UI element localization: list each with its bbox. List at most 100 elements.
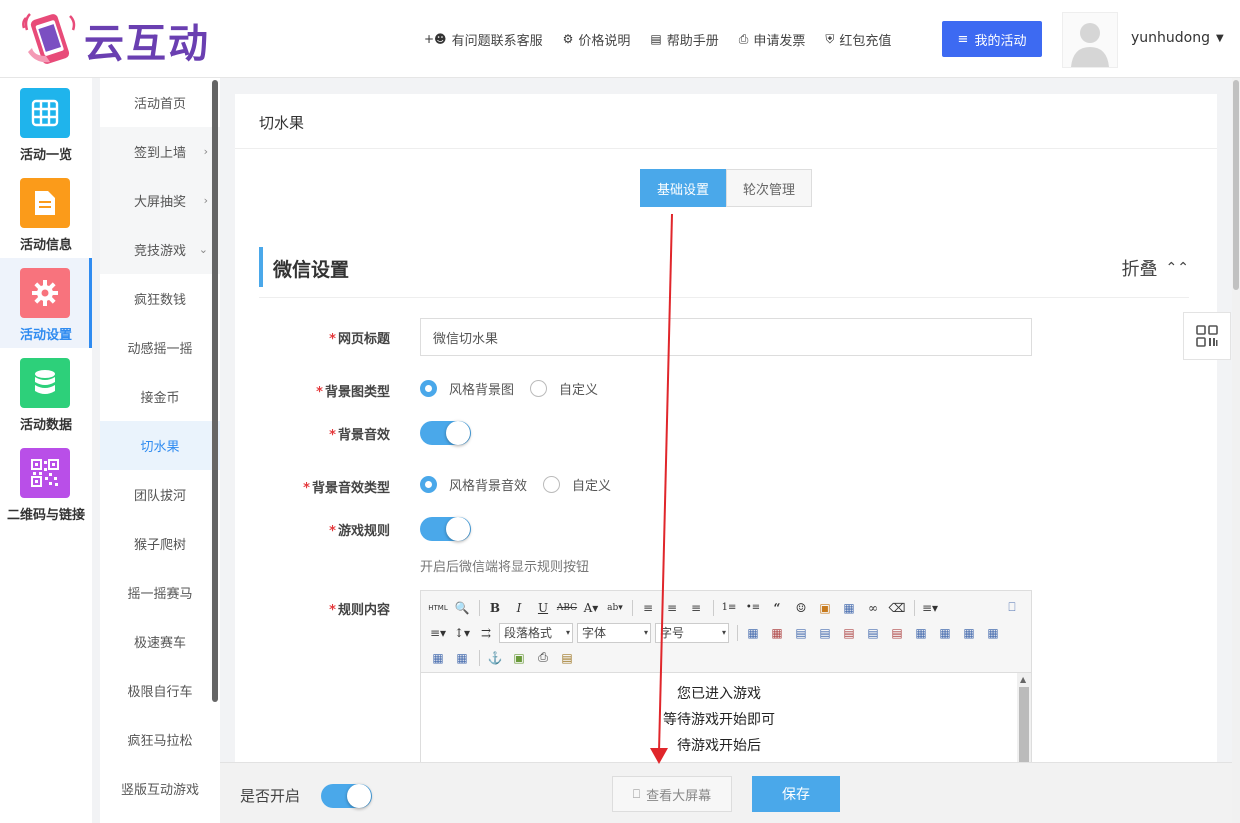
brand-logo[interactable]: 云互动 xyxy=(20,10,230,70)
avatar[interactable] xyxy=(1062,12,1118,68)
page-scrollbar[interactable] xyxy=(1232,78,1240,823)
submenu-item-horse-race[interactable]: 摇一摇赛马 xyxy=(100,568,220,617)
page-title-input[interactable]: 微信切水果 xyxy=(420,318,1032,356)
submenu-item-shake[interactable]: 动感摇一摇 xyxy=(100,323,220,372)
sidebar-item-qrcode-links[interactable]: 二维码与链接 xyxy=(0,438,92,528)
save-button[interactable]: 保存 xyxy=(752,776,840,812)
submenu-item-monkey-climb[interactable]: 猴子爬树 xyxy=(100,519,220,568)
submenu-item-speed-racing[interactable]: 极速赛车 xyxy=(100,617,220,666)
chevron-up-icon: ⌃⌃ xyxy=(1165,260,1189,276)
nav-help-manual[interactable]: ▤ 帮助手册 xyxy=(650,30,718,49)
my-activity-button[interactable]: ≡ 我的活动 xyxy=(942,21,1042,57)
submenu-item-extreme-bike[interactable]: 极限自行车 xyxy=(100,666,220,715)
align-left-icon[interactable]: ≡ xyxy=(637,598,659,618)
insert-image-icon[interactable]: ▣ xyxy=(508,648,530,668)
radio-style-bg[interactable]: 风格背景图 xyxy=(420,379,514,398)
underline-icon[interactable]: U xyxy=(532,598,554,618)
fullscreen-icon[interactable]: ⎕ xyxy=(1001,598,1023,618)
nav-label: 红包充值 xyxy=(839,33,892,49)
nav-red-packet-recharge[interactable]: ⛨ 红包充值 xyxy=(825,30,891,49)
eraser-icon[interactable]: ⌫ xyxy=(886,598,908,618)
radio-style-sound[interactable]: 风格背景音效 xyxy=(420,475,527,494)
insert-paragraph-icon[interactable]: ▤ xyxy=(790,623,812,643)
indent-icon[interactable]: ⇉ xyxy=(475,623,497,643)
submenu-item-tug-of-war[interactable]: 团队拔河 xyxy=(100,470,220,519)
table-icon[interactable]: ▦ xyxy=(742,623,764,643)
fold-toggle[interactable]: 折叠 ⌃⌃ xyxy=(1122,255,1189,281)
merge-down-icon[interactable]: ▦ xyxy=(958,623,980,643)
link-icon[interactable]: ∞ xyxy=(862,598,884,618)
video-icon[interactable]: ▦ xyxy=(838,598,860,618)
radio-custom-sound[interactable]: 自定义 xyxy=(543,475,611,494)
font-color-icon[interactable]: A▾ xyxy=(580,598,602,618)
user-menu[interactable]: yunhudong ▼ xyxy=(1131,30,1224,46)
align-center-icon[interactable]: ≡ xyxy=(661,598,683,618)
sidebar-item-activity-data[interactable]: 活动数据 xyxy=(0,348,92,438)
radio-custom-bg[interactable]: 自定义 xyxy=(530,379,598,398)
submenu-item-activity-home[interactable]: 活动首页 xyxy=(100,78,220,127)
ordered-list-icon[interactable]: 1≡ xyxy=(718,598,740,618)
quote-icon[interactable]: “ xyxy=(766,598,788,618)
row-spacing-icon[interactable]: ↕▾ xyxy=(451,623,473,643)
unordered-list-icon[interactable]: •≡ xyxy=(742,598,764,618)
bold-icon[interactable]: B xyxy=(484,598,506,618)
preview-zoom-icon[interactable]: 🔍 xyxy=(451,598,473,618)
print-icon[interactable]: ⎙ xyxy=(532,648,554,668)
html-source-icon[interactable]: HTML xyxy=(427,598,449,618)
font-family-select[interactable]: 字体 ▾ xyxy=(577,622,651,643)
bg-sound-switch[interactable] xyxy=(420,421,471,445)
nav-invoice[interactable]: ⎙ 申请发票 xyxy=(739,30,806,49)
merge-cells-icon[interactable]: ▦ xyxy=(910,623,932,643)
image-icon[interactable]: ▣ xyxy=(814,598,836,618)
sidebar-item-activity-info[interactable]: 活动信息 xyxy=(0,168,92,258)
anchor-icon[interactable]: ⚓ xyxy=(484,648,506,668)
submenu-item-catch-coins[interactable]: 接金币 xyxy=(100,372,220,421)
tab-basic-settings[interactable]: 基础设置 xyxy=(640,169,726,207)
submenu-item-fruit-ninja[interactable]: 切水果 xyxy=(100,421,220,470)
emoji-icon[interactable]: ☺ xyxy=(790,598,812,618)
font-size-select[interactable]: 字号 ▾ xyxy=(655,622,729,643)
sidebar-item-label: 活动信息 xyxy=(19,238,72,253)
submenu-label: 动感摇一摇 xyxy=(127,342,193,357)
scroll-up-icon[interactable]: ▲ xyxy=(1020,675,1026,684)
sub-sidebar: 活动首页 签到上墙 › 大屏抽奖 › 竞技游戏 ⌄ 疯狂数钱 动感摇一摇 接金币 切水… xyxy=(100,78,220,823)
paragraph-format-select[interactable]: 段落格式 ▾ xyxy=(499,622,573,643)
line-height-icon[interactable]: ≡▾ xyxy=(919,598,941,618)
split-cells-icon[interactable]: ▦ xyxy=(982,623,1004,643)
enable-switch[interactable] xyxy=(321,784,372,808)
preview-screen-button[interactable]: ⎕ 查看大屏幕 xyxy=(612,776,732,812)
sidebar-item-activity-overview[interactable]: 活动一览 xyxy=(0,78,92,168)
paragraph-spacing-icon[interactable]: ≡▾ xyxy=(427,623,449,643)
submenu-item-screen-lottery[interactable]: 大屏抽奖 › xyxy=(100,176,220,225)
delete-row-icon[interactable]: ▤ xyxy=(838,623,860,643)
insert-col-icon[interactable]: ▤ xyxy=(862,623,884,643)
italic-icon[interactable]: I xyxy=(508,598,530,618)
strikethrough-icon[interactable]: ABC xyxy=(556,598,578,618)
user-silhouette-icon xyxy=(1071,23,1109,67)
submenu-item-marathon[interactable]: 疯狂马拉松 xyxy=(100,715,220,764)
qrcode-float-button[interactable] xyxy=(1183,312,1231,360)
gear-icon: ⚙ xyxy=(562,32,574,46)
insert-row-icon[interactable]: ▤ xyxy=(814,623,836,643)
game-rules-switch[interactable] xyxy=(420,517,471,541)
delete-col-icon[interactable]: ▤ xyxy=(886,623,908,643)
align-right-icon[interactable]: ≡ xyxy=(685,598,707,618)
nav-label: 帮助手册 xyxy=(666,33,719,49)
delete-table-icon[interactable]: ▦ xyxy=(766,623,788,643)
nav-contact-support[interactable]: +☻ 有问题联系客服 xyxy=(424,30,543,49)
highlight-icon[interactable]: ab▾ xyxy=(604,598,626,618)
submenu-item-checkin-wall[interactable]: 签到上墙 › xyxy=(100,127,220,176)
sidebar-item-activity-settings[interactable]: 活动设置 xyxy=(0,258,92,348)
submenu-item-competitive-games[interactable]: 竞技游戏 ⌄ xyxy=(100,225,220,274)
submenu-item-vertical-games[interactable]: 竖版互动游戏 xyxy=(100,764,220,813)
submenu-scrollbar[interactable] xyxy=(212,80,218,702)
paste-icon[interactable]: ▤ xyxy=(556,648,578,668)
preview-label: 查看大屏幕 xyxy=(646,788,712,804)
split-cols-icon[interactable]: ▦ xyxy=(451,648,473,668)
submenu-label: 签到上墙 xyxy=(133,146,186,161)
tab-round-management[interactable]: 轮次管理 xyxy=(726,169,812,207)
submenu-item-crazy-money[interactable]: 疯狂数钱 xyxy=(100,274,220,323)
split-rows-icon[interactable]: ▦ xyxy=(427,648,449,668)
nav-pricing[interactable]: ⚙ 价格说明 xyxy=(563,30,631,49)
merge-right-icon[interactable]: ▦ xyxy=(934,623,956,643)
